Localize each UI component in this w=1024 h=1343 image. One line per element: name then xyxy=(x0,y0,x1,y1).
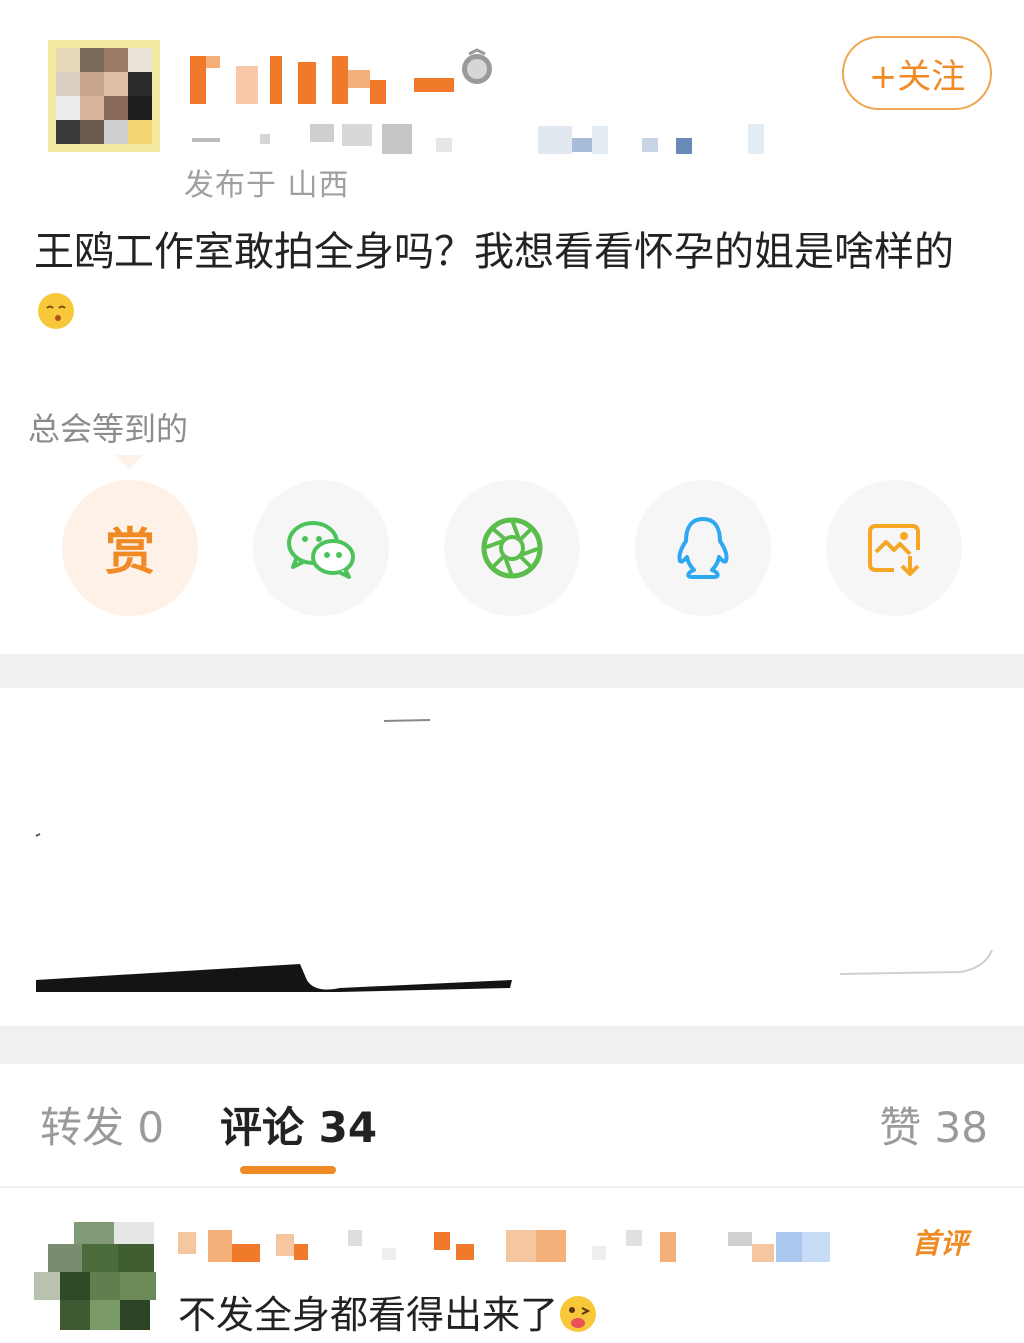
tab-repost[interactable]: 转发 0 xyxy=(40,1094,164,1155)
reward-tip-arrow xyxy=(115,455,143,469)
tongue-face-emoji-icon xyxy=(558,1294,598,1334)
comment-text: 不发全身都看得出来了 xyxy=(178,1284,598,1339)
share-row: 赏 xyxy=(0,480,1024,620)
post-signature: 总会等到的 xyxy=(28,410,189,448)
embedded-card-redacted[interactable] xyxy=(0,688,1024,1024)
qq-icon xyxy=(677,517,729,579)
reward-button[interactable]: 赏 xyxy=(62,480,198,616)
author-avatar[interactable] xyxy=(48,40,160,152)
comment-text-content: 不发全身都看得出来了 xyxy=(178,1293,559,1337)
tabs-separator xyxy=(0,1186,1024,1188)
post-text-content: 王鸥工作室敢拍全身吗？我想看看怀孕的姐是啥样的 xyxy=(34,229,954,275)
tab-comment[interactable]: 评论 34 xyxy=(220,1094,377,1155)
moments-icon xyxy=(481,517,543,579)
share-qq-button[interactable] xyxy=(635,480,771,616)
commenter-avatar[interactable] xyxy=(34,1222,158,1330)
tab-like[interactable]: 赞 38 xyxy=(879,1094,988,1155)
share-wechat-button[interactable] xyxy=(253,480,389,616)
author-meta-redacted xyxy=(186,120,786,160)
reward-label: 赏 xyxy=(105,523,155,581)
verified-badge-icon xyxy=(458,48,496,86)
section-divider-2 xyxy=(0,1026,1024,1064)
save-image-icon xyxy=(868,524,920,576)
save-image-button[interactable] xyxy=(826,480,962,616)
post-location: 发布于 山西 xyxy=(184,168,350,203)
author-username-redacted[interactable] xyxy=(186,52,466,112)
first-comment-badge: 首评 xyxy=(912,1227,969,1260)
interaction-tabs: 转发 0 评论 34 赞 38 xyxy=(0,1064,1024,1184)
share-moments-button[interactable] xyxy=(444,480,580,616)
wechat-icon xyxy=(287,521,355,579)
kissing-face-emoji-icon xyxy=(36,288,76,329)
commenter-name-redacted[interactable] xyxy=(176,1226,856,1266)
active-tab-indicator xyxy=(240,1166,336,1174)
post-text: 王鸥工作室敢拍全身吗？我想看看怀孕的姐是啥样的 xyxy=(34,222,994,342)
follow-button[interactable]: +关注 xyxy=(842,36,992,110)
section-divider xyxy=(0,654,1024,688)
